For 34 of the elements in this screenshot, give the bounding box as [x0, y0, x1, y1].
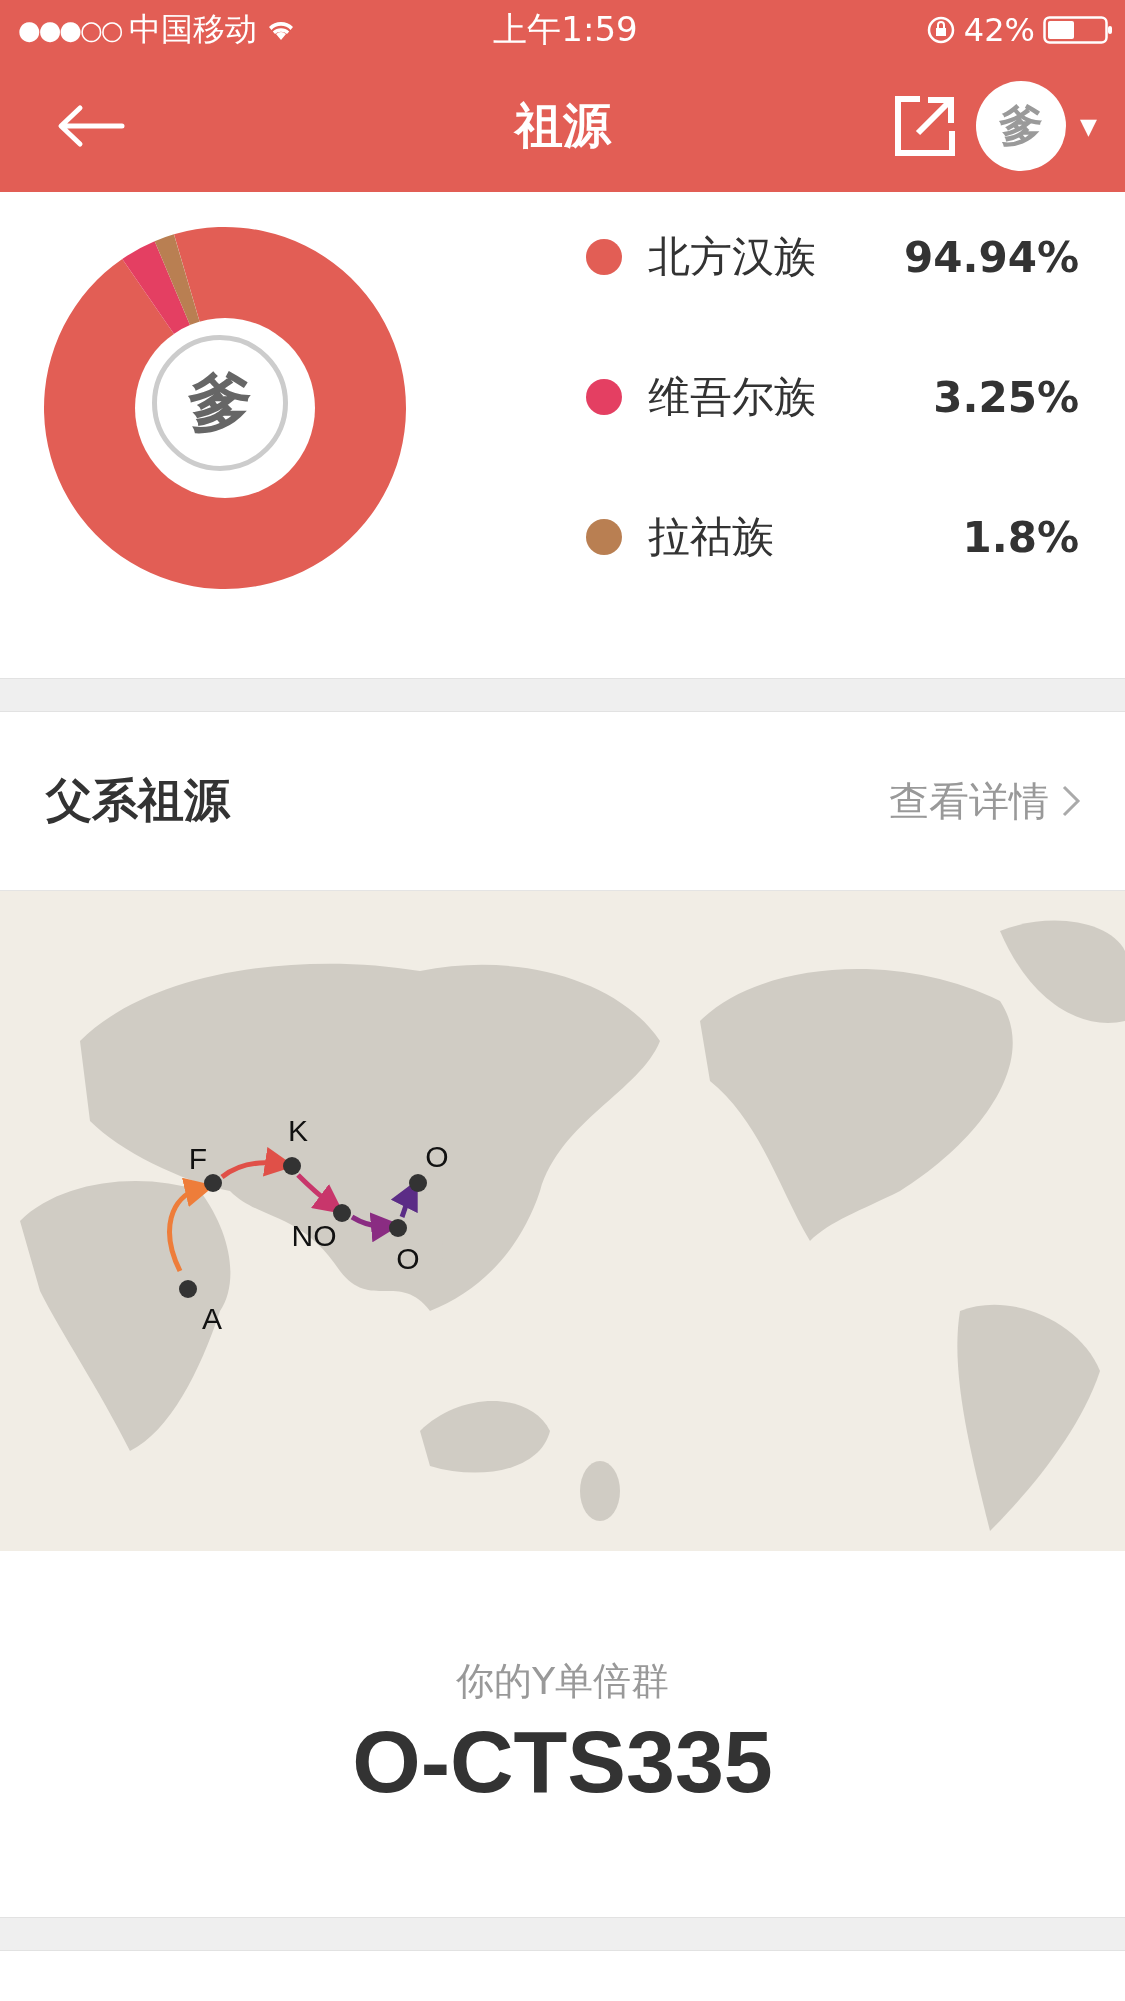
- legend-label: 拉祜族: [648, 511, 775, 563]
- route-node: [389, 1219, 407, 1237]
- legend-percent: 1.8%: [962, 512, 1079, 562]
- legend-percent: 3.25%: [933, 372, 1079, 422]
- route-node: [283, 1157, 301, 1175]
- rotation-lock-icon: [925, 15, 956, 45]
- caret-icon[interactable]: ▼: [1080, 113, 1097, 139]
- legend-percent: 94.94%: [904, 232, 1079, 282]
- avatar[interactable]: 爹: [976, 81, 1067, 171]
- battery-icon: [1043, 15, 1113, 45]
- clock-time: 上午1:59: [493, 8, 638, 51]
- signal-strength: ●●●○○: [18, 15, 122, 45]
- route-label: F: [188, 1142, 208, 1175]
- route-node: [409, 1174, 427, 1192]
- chevron-icon: [1061, 784, 1081, 818]
- battery-percent: 42%: [963, 11, 1035, 49]
- route-node: [204, 1174, 222, 1192]
- legend-label: 维吾尔族: [648, 371, 817, 423]
- route-node: [333, 1204, 351, 1222]
- route-label: O: [396, 1242, 420, 1275]
- route-label: NO: [291, 1219, 337, 1252]
- route-node: [179, 1280, 197, 1298]
- route-label: O: [425, 1140, 449, 1173]
- haplogroup-value: O-CTS335: [352, 1710, 773, 1813]
- route-label: K: [288, 1114, 308, 1147]
- back-arrow-icon[interactable]: [56, 104, 126, 148]
- route-label: A: [202, 1302, 222, 1335]
- details-link[interactable]: 查看详情: [889, 773, 1081, 829]
- legend-label: 北方汉族: [648, 231, 817, 283]
- page-title: 祖源: [514, 96, 611, 155]
- carrier-name: 中国移动: [129, 9, 258, 50]
- share-icon[interactable]: [894, 95, 957, 157]
- haplogroup-label: 你的Y单倍群: [455, 1657, 670, 1705]
- section-title: 父系祖源: [46, 772, 230, 829]
